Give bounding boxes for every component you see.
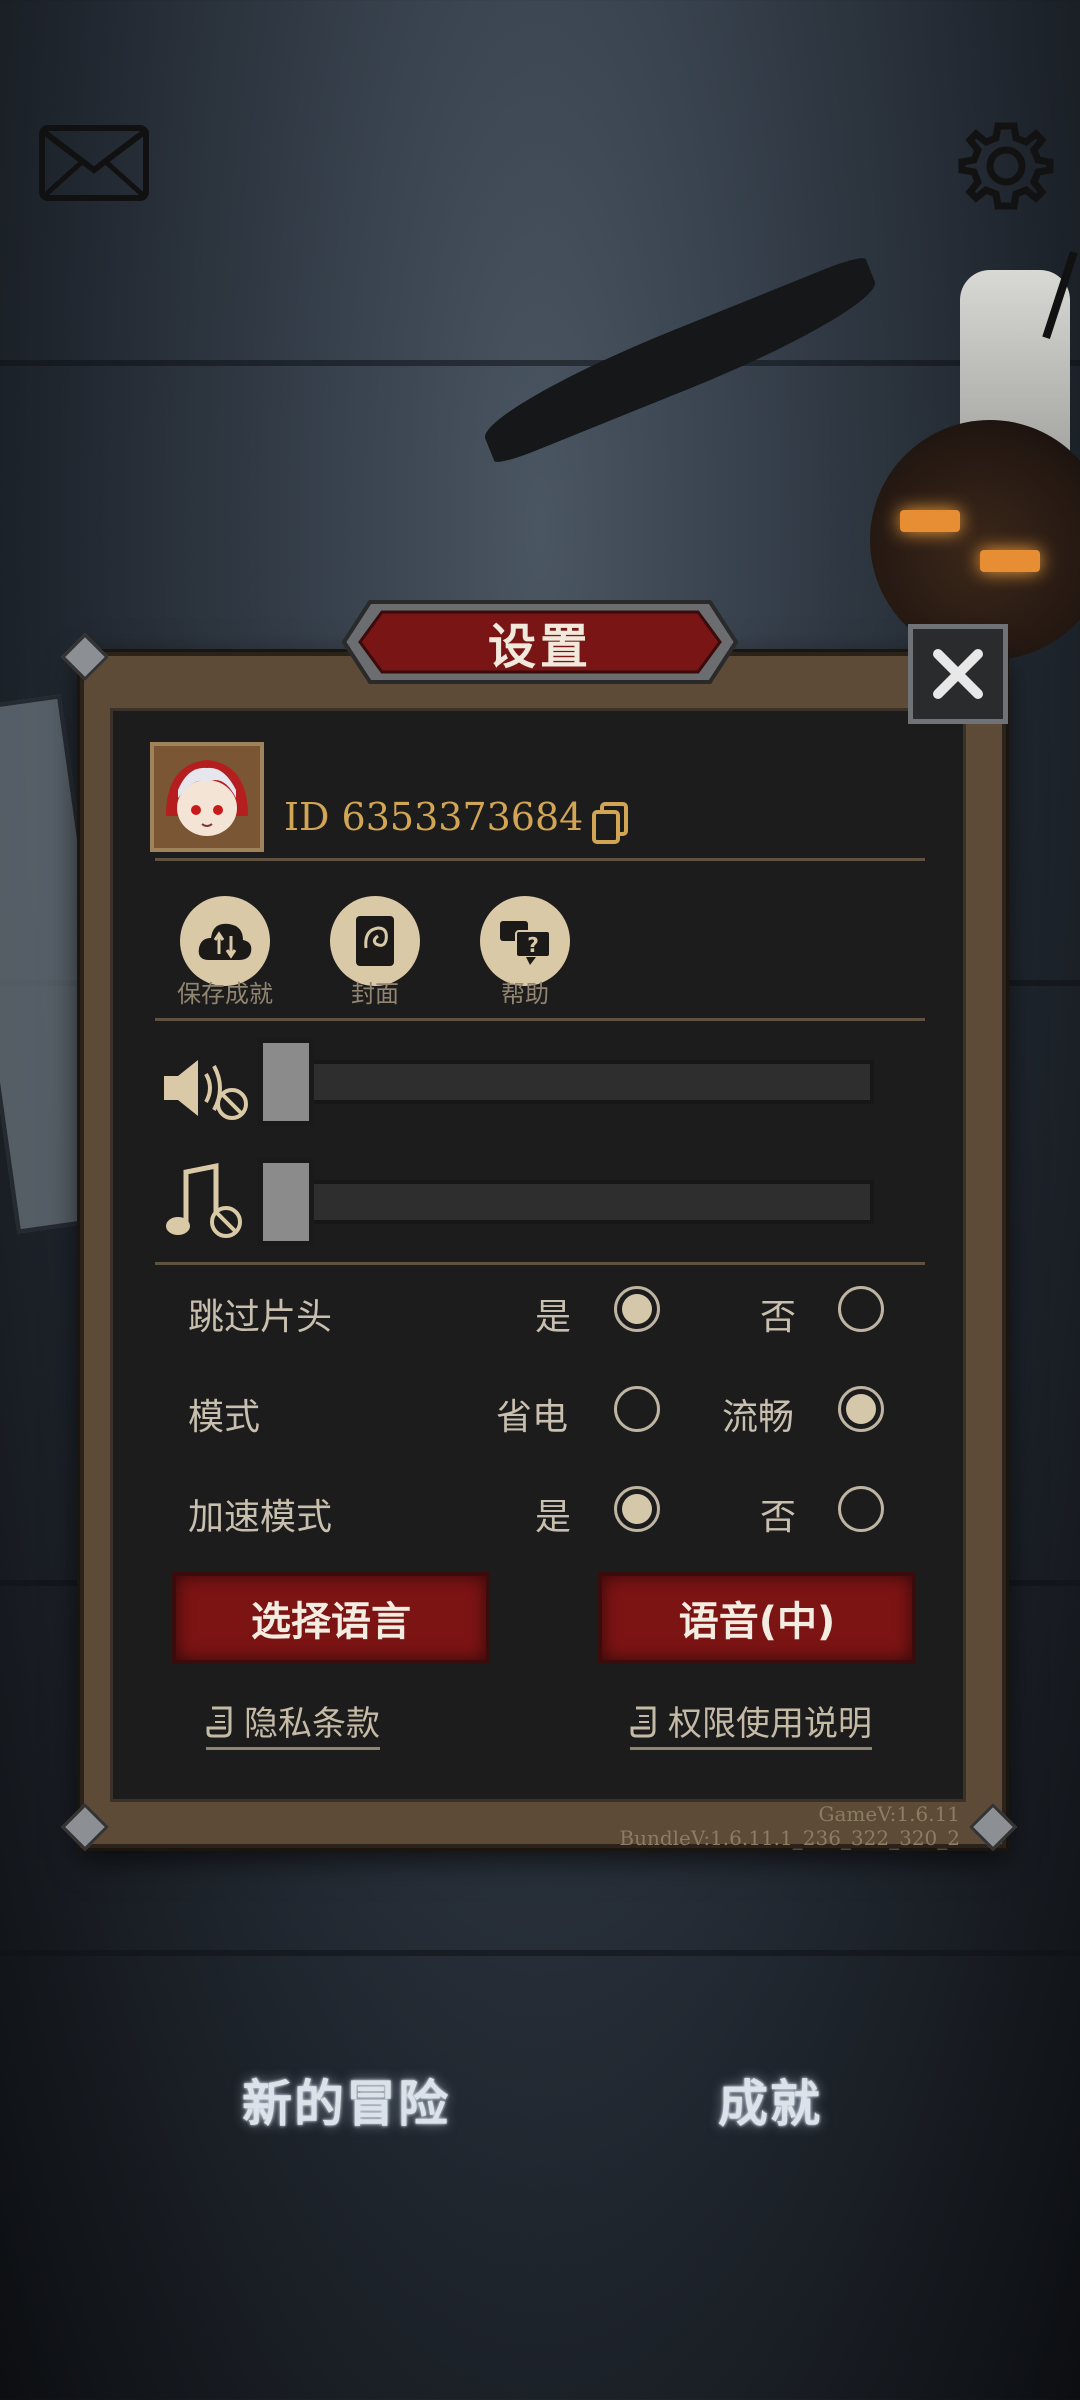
player-id: ID 6353373684 <box>284 795 584 839</box>
divider <box>155 1262 925 1265</box>
scroll-icon <box>630 1706 656 1737</box>
sound-slider-handle[interactable] <box>258 1038 314 1126</box>
mode-smooth-radio[interactable] <box>838 1386 884 1432</box>
speed-mode-label: 加速模式 <box>188 1497 333 1538</box>
skip-intro-label: 跳过片头 <box>188 1297 333 1338</box>
select-language-button[interactable]: 选择语言 <box>172 1572 490 1664</box>
close-button[interactable] <box>908 624 1008 724</box>
achievements-button[interactable]: 成就 <box>718 2064 822 2136</box>
music-muted-icon[interactable] <box>160 1162 252 1246</box>
save-achievements-button[interactable] <box>180 896 270 986</box>
save-achievements-label: 保存成就 <box>177 980 273 1008</box>
sound-volume-slider[interactable] <box>262 1060 874 1104</box>
mode-power-save-label: 省电 <box>496 1397 569 1438</box>
help-label: 帮助 <box>501 980 549 1008</box>
cover-button[interactable] <box>330 896 420 986</box>
privacy-link-text: 隐私条款 <box>244 1704 380 1744</box>
speed-mode-no-radio[interactable] <box>838 1486 884 1532</box>
avatar[interactable] <box>150 742 264 852</box>
privacy-link[interactable]: 隐私条款 <box>206 1696 380 1750</box>
gear-icon[interactable] <box>958 118 1054 214</box>
mode-smooth-label: 流畅 <box>722 1397 795 1438</box>
close-icon <box>933 649 983 699</box>
speed-mode-no-label: 否 <box>760 1497 797 1538</box>
sound-muted-icon[interactable] <box>160 1052 252 1128</box>
skip-intro-no-radio[interactable] <box>838 1286 884 1332</box>
cloud-sync-icon <box>198 923 252 960</box>
skip-intro-yes-radio[interactable] <box>614 1286 660 1332</box>
cover-label: 封面 <box>351 980 399 1008</box>
copy-icon[interactable] <box>590 800 630 846</box>
svg-text:?: ? <box>527 933 539 957</box>
voice-language-button[interactable]: 语音(中) <box>598 1572 916 1664</box>
version-text: GameV:1.6.11 BundleV:1.6.11.1_236_322_32… <box>619 1802 960 1850</box>
music-volume-slider[interactable] <box>262 1180 874 1224</box>
skip-intro-yes-label: 是 <box>535 1297 572 1338</box>
mode-power-save-radio[interactable] <box>614 1386 660 1432</box>
divider <box>155 858 925 861</box>
mode-label: 模式 <box>188 1397 261 1438</box>
cover-book-icon <box>356 916 394 966</box>
divider <box>155 1018 925 1021</box>
title-banner: 设置 <box>340 598 740 686</box>
mail-icon[interactable] <box>38 124 150 202</box>
help-button[interactable]: ? <box>480 896 570 986</box>
permissions-link-text: 权限使用说明 <box>668 1704 872 1744</box>
permissions-link[interactable]: 权限使用说明 <box>630 1696 872 1750</box>
music-slider-handle[interactable] <box>258 1158 314 1246</box>
speed-mode-yes-label: 是 <box>535 1497 572 1538</box>
panel-title: 设置 <box>487 619 592 675</box>
help-chat-icon: ? <box>500 921 551 965</box>
new-adventure-button[interactable]: 新的冒险 <box>242 2064 450 2136</box>
scroll-icon <box>206 1706 232 1737</box>
speed-mode-yes-radio[interactable] <box>614 1486 660 1532</box>
skip-intro-no-label: 否 <box>760 1297 797 1338</box>
